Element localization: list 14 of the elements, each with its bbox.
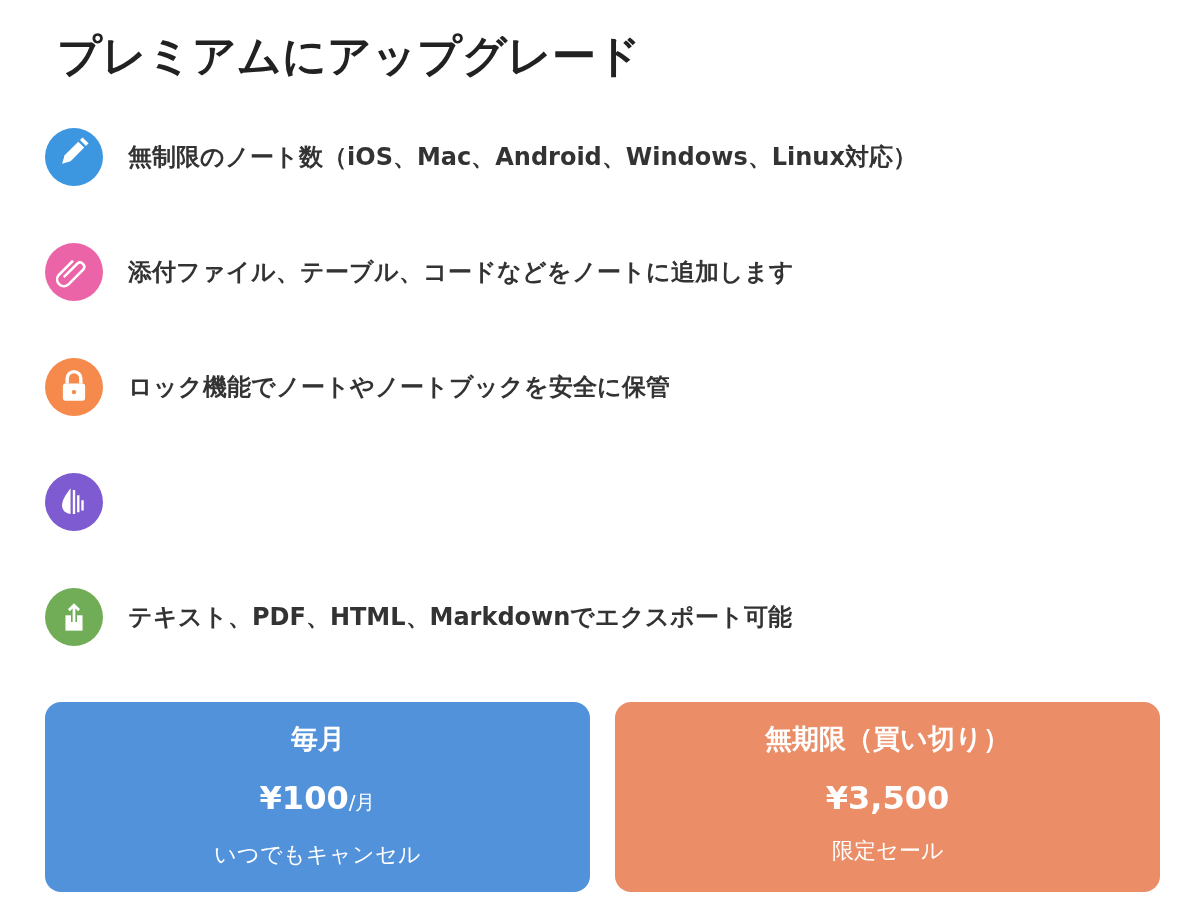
- plan-button[interactable]: 無期限（買い切り） ¥3,500 限定セール: [615, 702, 1160, 892]
- plan-price: ¥100: [259, 778, 349, 818]
- feature-text: 添付ファイル、テーブル、コードなどをノートに追加します: [128, 257, 794, 288]
- feature-text: ロック機能でノートやノートブックを安全に保管: [128, 372, 670, 403]
- page-title: プレミアムにアップグレード: [57, 29, 642, 83]
- price-unit: /月: [348, 790, 376, 816]
- plan-note: 限定セール: [831, 837, 944, 865]
- plan-note: いつでもキャンセル: [214, 841, 421, 869]
- feature-text: 無制限のノート数（iOS、Mac、Android、Windows、Linux対応）: [128, 142, 917, 173]
- plan-name: 無期限（買い切り）: [765, 722, 1010, 756]
- feature-text: テキスト、PDF、HTML、Markdownでエクスポート可能: [128, 602, 793, 633]
- plan-price: ¥3,500: [825, 778, 950, 818]
- plan-name: 毎月: [290, 722, 345, 756]
- plan-button[interactable]: 毎月 ¥100/月 いつでもキャンセル: [45, 702, 590, 892]
